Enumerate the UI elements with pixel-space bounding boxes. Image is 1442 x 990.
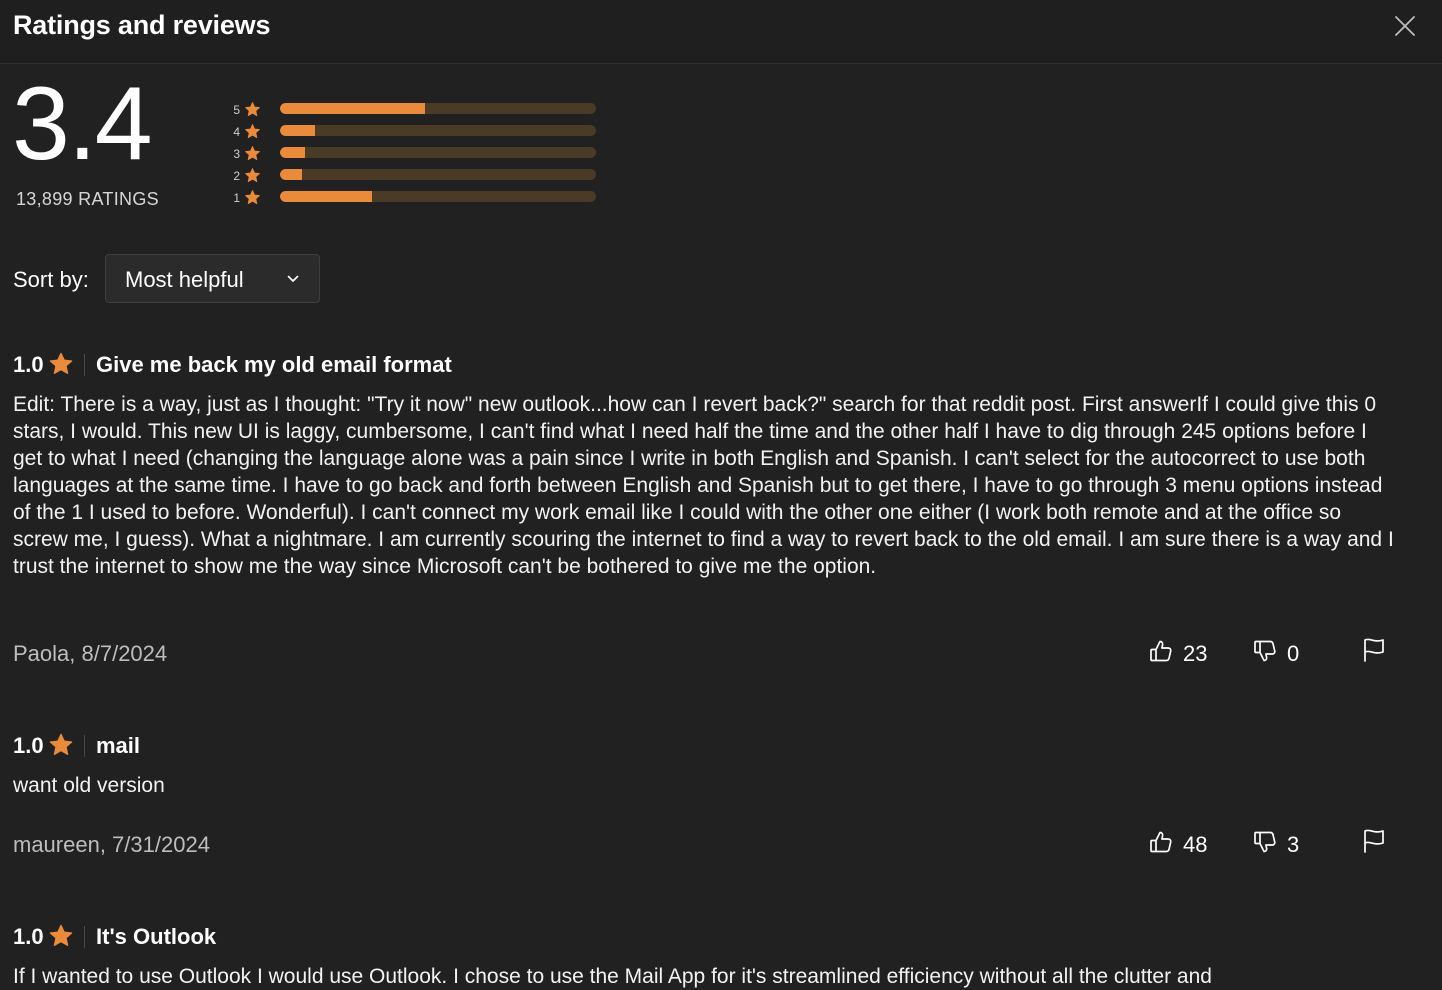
divider — [84, 926, 85, 948]
star-icon — [244, 123, 261, 140]
review-body: Edit: There is a way, just as I thought:… — [13, 393, 1394, 578]
review-item: 1.0 Give me back my old email format Edi… — [13, 352, 1403, 666]
ratings-count: 13,899 RATINGS — [16, 189, 159, 209]
dialog-title: Ratings and reviews — [13, 10, 271, 40]
flag-icon[interactable] — [1360, 827, 1388, 855]
review-author-date: maureen, 7/31/2024 — [13, 832, 210, 857]
histogram-row-3: 3 — [228, 145, 608, 167]
review-score: 1.0 — [13, 924, 44, 949]
divider — [84, 354, 85, 376]
not-helpful-count: 0 — [1287, 641, 1300, 666]
histogram-star-count: 4 — [233, 125, 240, 139]
close-icon[interactable] — [1392, 13, 1418, 39]
histogram-bar-fill — [280, 169, 303, 180]
histogram-row-5: 5 — [228, 101, 608, 123]
histogram-star-count: 3 — [233, 147, 240, 161]
sort-selected-value: Most helpful — [125, 267, 244, 292]
histogram-star-count: 2 — [233, 169, 240, 183]
star-icon — [244, 145, 261, 162]
review-header: 1.0 It's Outlook — [13, 924, 1403, 954]
histogram-bar-fill — [280, 191, 372, 202]
star-icon — [48, 732, 74, 758]
star-icon — [244, 167, 261, 184]
histogram-bar-track — [280, 191, 596, 202]
review-footer: Paola, 8/7/2024 23 0 — [13, 641, 1403, 671]
not-helpful-count: 3 — [1287, 832, 1300, 857]
flag-icon[interactable] — [1360, 636, 1388, 664]
review-header: 1.0 mail — [13, 733, 1403, 763]
helpful-count: 48 — [1183, 832, 1208, 857]
review-score: 1.0 — [13, 352, 44, 377]
chevron-down-icon — [287, 275, 299, 282]
histogram-bar-track — [280, 125, 596, 136]
star-icon — [48, 923, 74, 949]
dialog-header: Ratings and reviews — [0, 0, 1442, 64]
review-title: Give me back my old email format — [96, 352, 452, 377]
histogram-bar-track — [280, 169, 596, 180]
thumbs-down-icon — [1251, 828, 1279, 856]
histogram-bar-fill — [280, 147, 306, 158]
histogram-row-1: 1 — [228, 189, 608, 211]
review-item: 1.0 It's Outlook If I wanted to use Outl… — [13, 924, 1403, 990]
review-item: 1.0 mail want old version maureen, 7/31/… — [13, 733, 1403, 857]
star-icon — [48, 351, 74, 377]
thumbs-up-icon — [1147, 637, 1175, 665]
star-icon — [244, 189, 261, 206]
review-title: It's Outlook — [96, 924, 217, 949]
thumbs-down-icon — [1251, 637, 1279, 665]
histogram-bar-fill — [280, 125, 315, 136]
review-title: mail — [96, 733, 141, 758]
histogram-row-4: 4 — [228, 123, 608, 145]
review-footer: maureen, 7/31/2024 48 3 — [13, 832, 1403, 862]
thumbs-up-icon — [1147, 828, 1175, 856]
helpful-count: 23 — [1183, 641, 1208, 666]
histogram-bar-fill — [280, 103, 426, 114]
star-icon — [244, 101, 261, 118]
rating-histogram: 5 4 3 2 1 — [228, 101, 608, 211]
histogram-bar-track — [280, 103, 596, 114]
histogram-star-count: 5 — [233, 103, 240, 117]
sort-dropdown[interactable]: Most helpful — [105, 254, 320, 303]
histogram-bar-track — [280, 147, 596, 158]
review-score: 1.0 — [13, 733, 44, 758]
sort-label: Sort by: — [13, 267, 89, 292]
review-body: If I wanted to use Outlook I would use O… — [13, 965, 1212, 988]
average-rating: 3.4 — [12, 66, 153, 182]
review-header: 1.0 Give me back my old email format — [13, 352, 1403, 382]
review-author-date: Paola, 8/7/2024 — [13, 641, 168, 666]
histogram-row-2: 2 — [228, 167, 608, 189]
review-body: want old version — [13, 774, 165, 797]
divider — [84, 735, 85, 757]
histogram-star-count: 1 — [233, 191, 240, 205]
